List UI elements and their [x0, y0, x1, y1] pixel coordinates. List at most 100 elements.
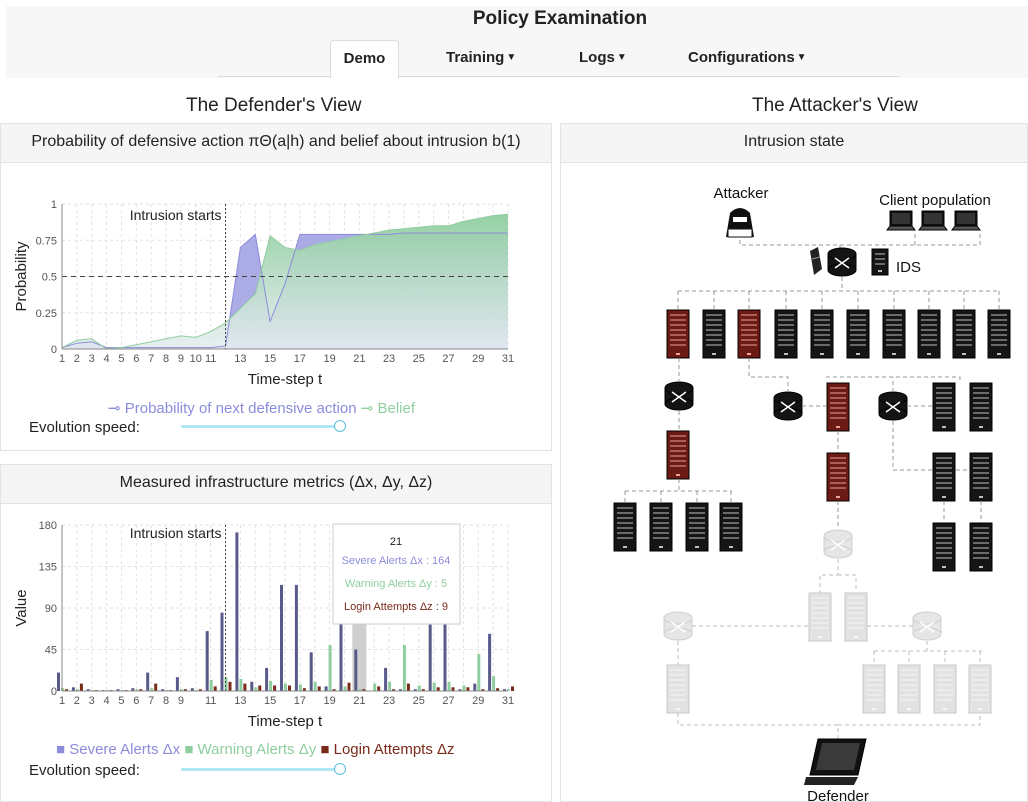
tab-training[interactable]: Training ▼ — [446, 49, 516, 66]
y-tick-label: 1 — [51, 199, 57, 211]
server-icon-normal — [774, 309, 798, 359]
page-title: Policy Examination — [472, 8, 648, 29]
server-led — [942, 566, 946, 568]
bar-severe — [294, 584, 298, 691]
router-top — [773, 391, 803, 405]
server-body — [933, 664, 957, 714]
x-tick-label: 3 — [89, 353, 95, 365]
chart1-legend[interactable]: ⊸ Probability of next defensive action ⊸… — [108, 399, 415, 417]
attacker-view-heading: The Attacker's View — [752, 95, 918, 116]
server-body — [613, 502, 637, 552]
bar-severe — [428, 624, 432, 691]
x-tick-label: 2 — [74, 695, 80, 707]
gateway-router-icon — [827, 247, 857, 277]
bar-login — [466, 687, 470, 691]
client-laptop-icon — [886, 210, 916, 231]
caret-down-icon: ▼ — [506, 52, 517, 63]
chart2-legend[interactable]: ■ Severe Alerts Δx ■ Warning Alerts Δy ■… — [56, 741, 455, 758]
server-led — [892, 353, 896, 355]
x-tick-label: 4 — [104, 353, 110, 365]
server-icon-normal — [969, 522, 993, 572]
server-icon-normal — [702, 309, 726, 359]
bar-warning — [239, 679, 243, 691]
router-bottom — [827, 263, 857, 277]
evolution-speed-label: Evolution speed: — [29, 419, 140, 436]
server-icon-compromised — [826, 382, 850, 432]
server-led — [836, 426, 840, 428]
x-axis-label: Time-step t — [248, 713, 323, 730]
server-icon-normal — [810, 309, 834, 359]
server-led — [962, 353, 966, 355]
caret-down-icon: ▼ — [616, 52, 627, 63]
server-body — [737, 309, 761, 359]
bar-login — [317, 686, 321, 691]
server-led — [784, 353, 788, 355]
tab-configurations[interactable]: Configurations ▼ — [688, 49, 807, 66]
tab-configurations-label: Configurations — [688, 49, 795, 66]
x-tick-label: 27 — [442, 695, 454, 707]
bar-warning — [269, 680, 273, 691]
server-led — [942, 426, 946, 428]
legend-login-attempts[interactable]: Login Attempts Δz — [334, 741, 455, 758]
laptop-base — [951, 225, 981, 231]
bar-login — [511, 686, 514, 691]
bar-warning — [313, 681, 317, 691]
server-led — [872, 708, 876, 710]
laptop-display — [957, 213, 975, 224]
intrusion-start-label: Intrusion starts — [130, 207, 222, 223]
server-body — [666, 309, 690, 359]
server-led — [927, 353, 931, 355]
bar-severe — [473, 683, 477, 691]
router-bottom — [663, 627, 693, 641]
x-tick-label: 19 — [323, 353, 335, 365]
server-icon-normal — [917, 309, 941, 359]
server-led — [676, 474, 680, 476]
chart-tooltip: 21 Severe Alerts Δx : 164 Warning Alerts Δ… — [332, 523, 461, 625]
tab-demo[interactable]: Demo — [330, 40, 399, 78]
server-icon-normal — [719, 502, 743, 552]
x-tick-label: 8 — [163, 695, 169, 707]
caret-down-icon: ▼ — [796, 52, 807, 63]
evolution-speed-slider[interactable] — [181, 425, 341, 428]
x-tick-label: 5 — [118, 353, 124, 365]
server-led — [818, 636, 822, 638]
hacker-icon — [726, 208, 754, 238]
tooltip-line: Warning Alerts Δy : 5 — [345, 578, 447, 590]
server-led — [695, 546, 699, 548]
evolution-speed-slider-thumb[interactable] — [334, 420, 346, 432]
legend-belief[interactable]: Belief — [377, 400, 415, 417]
server-body — [666, 664, 690, 714]
link-inactive — [677, 713, 981, 739]
y-tick-label: 90 — [45, 603, 57, 615]
x-tick-label: 5 — [118, 695, 124, 707]
bar-severe — [71, 687, 75, 691]
evolution-speed-slider-2[interactable] — [181, 768, 341, 771]
x-tick-label: 1 — [59, 353, 65, 365]
bar-login — [406, 683, 410, 691]
bar-severe — [146, 672, 150, 691]
server-body — [917, 309, 941, 359]
bar-warning — [417, 685, 421, 691]
legend-warning-alerts[interactable]: Warning Alerts Δy — [198, 741, 317, 758]
link-inactive — [874, 641, 982, 652]
hacker-glasses — [733, 217, 747, 222]
bar-warning — [284, 683, 287, 691]
x-tick-label: 6 — [133, 695, 139, 707]
x-axis-label: Time-step t — [248, 371, 323, 388]
probability-chart: Intrusion starts00.250.50.7511 2 3 4 5 6 7 8 9 10… — [13, 199, 514, 388]
server-body — [702, 309, 726, 359]
router-top — [827, 247, 857, 261]
y-axis-label: Value — [13, 589, 30, 626]
x-tick-label: 29 — [472, 695, 484, 707]
tab-logs[interactable]: Logs ▼ — [579, 49, 627, 66]
bar-severe — [57, 672, 60, 691]
ids-server-icon — [871, 248, 889, 276]
legend-severe-alerts[interactable]: Severe Alerts Δx — [69, 741, 180, 758]
bar-login — [288, 685, 291, 691]
legend-defensive-action[interactable]: Probability of next defensive action — [125, 400, 357, 417]
server-body — [969, 522, 993, 572]
router-bottom — [773, 407, 803, 421]
bar-warning — [224, 677, 228, 691]
server-body — [826, 452, 850, 502]
evolution-speed-slider-thumb-2[interactable] — [334, 763, 346, 775]
